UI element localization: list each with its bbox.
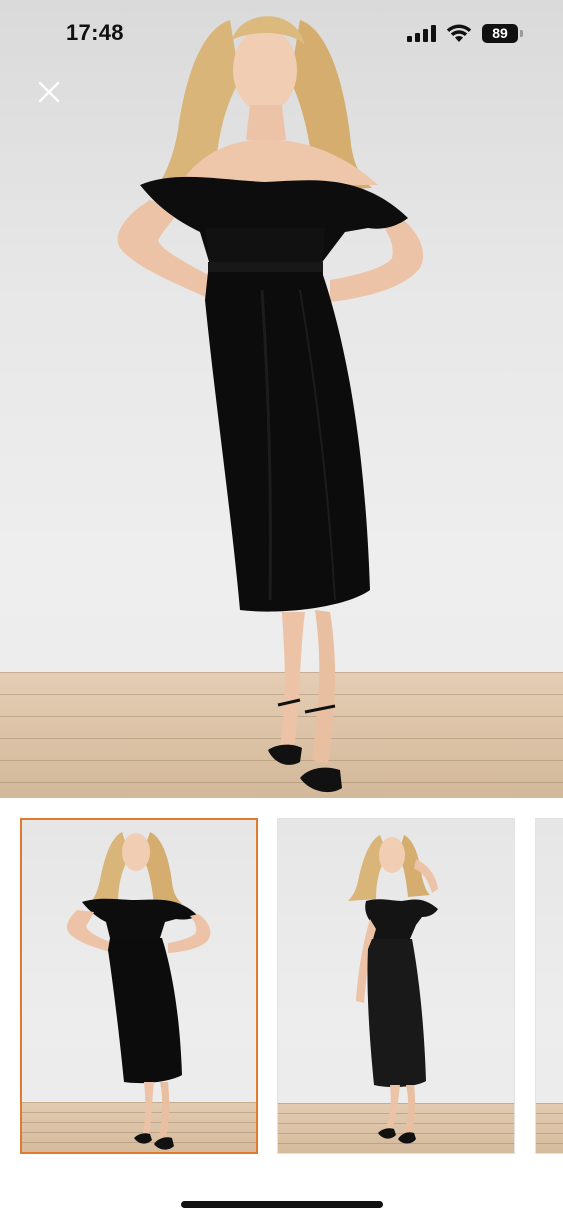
close-button[interactable]: [34, 77, 64, 107]
battery-cap: [520, 29, 523, 37]
thumbnail-1-selected[interactable]: [20, 818, 258, 1154]
thumbnail-floor: [536, 1103, 563, 1153]
model-in-black-dress-illustration: [117, 16, 424, 793]
battery-level: 89: [482, 23, 518, 43]
status-icons: 89: [407, 23, 523, 43]
home-indicator[interactable]: [181, 1201, 383, 1208]
thumbnail-3-partial[interactable]: [535, 818, 563, 1154]
battery-icon: 89: [482, 23, 523, 43]
main-product-photo[interactable]: [0, 0, 563, 798]
model-front-view-illustration: [66, 832, 211, 1150]
close-icon: [38, 81, 60, 103]
thumbnail-strip[interactable]: [0, 818, 563, 1154]
cellular-signal-icon: [407, 24, 436, 42]
wifi-icon: [446, 24, 472, 42]
thumbnail-2[interactable]: [277, 818, 515, 1154]
model-side-pose-illustration: [348, 835, 438, 1144]
status-bar: 17:48 89: [0, 0, 563, 66]
status-time: 17:48: [66, 20, 124, 45]
